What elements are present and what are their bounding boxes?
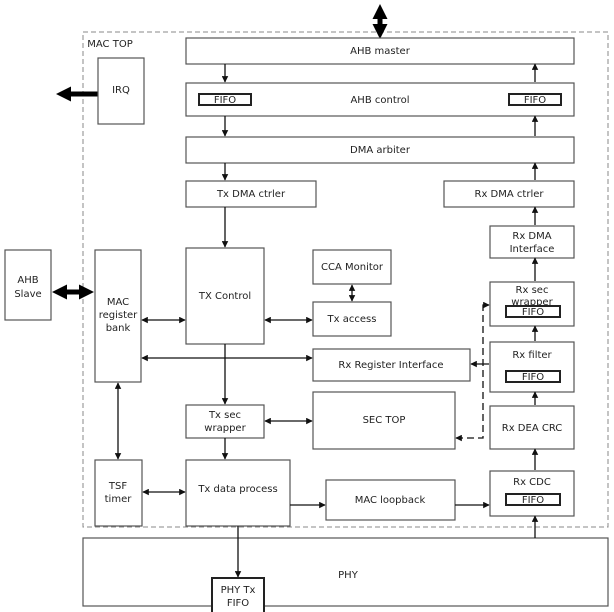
- svg-text:FIFO: FIFO: [522, 495, 544, 506]
- ahb-slave-block: AHB Slave: [4, 249, 52, 321]
- sec-top-block: SEC TOP: [312, 391, 456, 450]
- svg-text:AHB master: AHB master: [350, 46, 411, 57]
- tsf-timer-block: TSF timer: [94, 459, 143, 527]
- rx-filter-block: Rx filter FIFO: [489, 341, 575, 393]
- mac-block-diagram: MAC TOP AHB master AHB control FIFO FIFO…: [4, 3, 609, 612]
- svg-text:CCA Monitor: CCA Monitor: [321, 262, 384, 273]
- cca-monitor-block: CCA Monitor: [312, 249, 392, 285]
- svg-text:FIFO: FIFO: [522, 307, 544, 318]
- phy-block: PHY: [82, 537, 609, 607]
- tx-data-process-block: Tx data process: [185, 459, 291, 527]
- irq-block: IRQ: [97, 57, 145, 125]
- svg-text:PHY: PHY: [338, 570, 359, 581]
- svg-text:Tx data process: Tx data process: [197, 484, 277, 495]
- rx-dma-ctrler-block: Rx DMA ctrler: [443, 180, 575, 208]
- svg-text:wrapper: wrapper: [204, 423, 246, 434]
- ahb-control-block: AHB control FIFO FIFO: [185, 82, 575, 117]
- svg-text:Rx Register Interface: Rx Register Interface: [338, 360, 443, 371]
- rx-register-interface-block: Rx Register Interface: [312, 348, 471, 382]
- svg-text:AHB control: AHB control: [350, 95, 409, 106]
- mac-register-bank-block: MAC register bank: [94, 249, 142, 383]
- svg-text:Slave: Slave: [14, 289, 41, 300]
- svg-text:register: register: [99, 310, 138, 321]
- mac-loopback-block: MAC loopback: [325, 479, 456, 521]
- phy-tx-fifo-block: PHY Tx FIFO: [211, 577, 265, 612]
- svg-text:Tx sec: Tx sec: [208, 410, 241, 421]
- svg-text:bank: bank: [106, 323, 131, 334]
- svg-text:SEC TOP: SEC TOP: [363, 415, 406, 426]
- svg-text:Interface: Interface: [510, 244, 555, 255]
- rx-dea-crc-block: Rx DEA CRC: [489, 405, 575, 450]
- svg-text:Rx DMA: Rx DMA: [512, 231, 551, 242]
- tx-dma-ctrler-block: Tx DMA ctrler: [185, 180, 317, 208]
- rx-cdc-block: Rx CDC FIFO: [489, 470, 575, 517]
- svg-text:PHY Tx: PHY Tx: [221, 585, 256, 596]
- svg-text:Rx DEA CRC: Rx DEA CRC: [502, 423, 563, 434]
- svg-text:FIFO: FIFO: [522, 372, 544, 383]
- svg-text:timer: timer: [105, 494, 133, 505]
- svg-text:FIFO: FIFO: [214, 95, 236, 106]
- svg-text:TX Control: TX Control: [198, 291, 251, 302]
- svg-text:FIFO: FIFO: [524, 95, 546, 106]
- rx-dma-interface-block: Rx DMA Interface: [489, 225, 575, 259]
- svg-text:TSF: TSF: [108, 481, 127, 492]
- ahb-master-block: AHB master: [185, 37, 575, 65]
- tx-sec-wrapper-block: Tx sec wrapper: [185, 404, 265, 439]
- svg-text:Rx DMA ctrler: Rx DMA ctrler: [475, 189, 545, 200]
- mac-top-label: MAC TOP: [87, 39, 132, 50]
- dma-arbiter-block: DMA arbiter: [185, 136, 575, 164]
- svg-text:MAC loopback: MAC loopback: [355, 495, 426, 506]
- svg-text:Tx DMA ctrler: Tx DMA ctrler: [216, 189, 286, 200]
- rx-sec-wrapper-block: Rx sec wrapper FIFO: [489, 281, 575, 327]
- svg-text:Rx CDC: Rx CDC: [513, 477, 551, 488]
- tx-access-block: Tx access: [312, 301, 392, 337]
- svg-text:AHB: AHB: [17, 275, 38, 286]
- svg-text:Rx filter: Rx filter: [512, 350, 552, 361]
- tx-control-block: TX Control: [185, 247, 265, 345]
- svg-text:FIFO: FIFO: [227, 598, 249, 609]
- svg-text:Tx access: Tx access: [327, 314, 377, 325]
- svg-text:Rx sec: Rx sec: [516, 285, 549, 296]
- svg-text:DMA arbiter: DMA arbiter: [350, 145, 411, 156]
- svg-text:MAC: MAC: [107, 297, 129, 308]
- svg-text:IRQ: IRQ: [112, 85, 130, 96]
